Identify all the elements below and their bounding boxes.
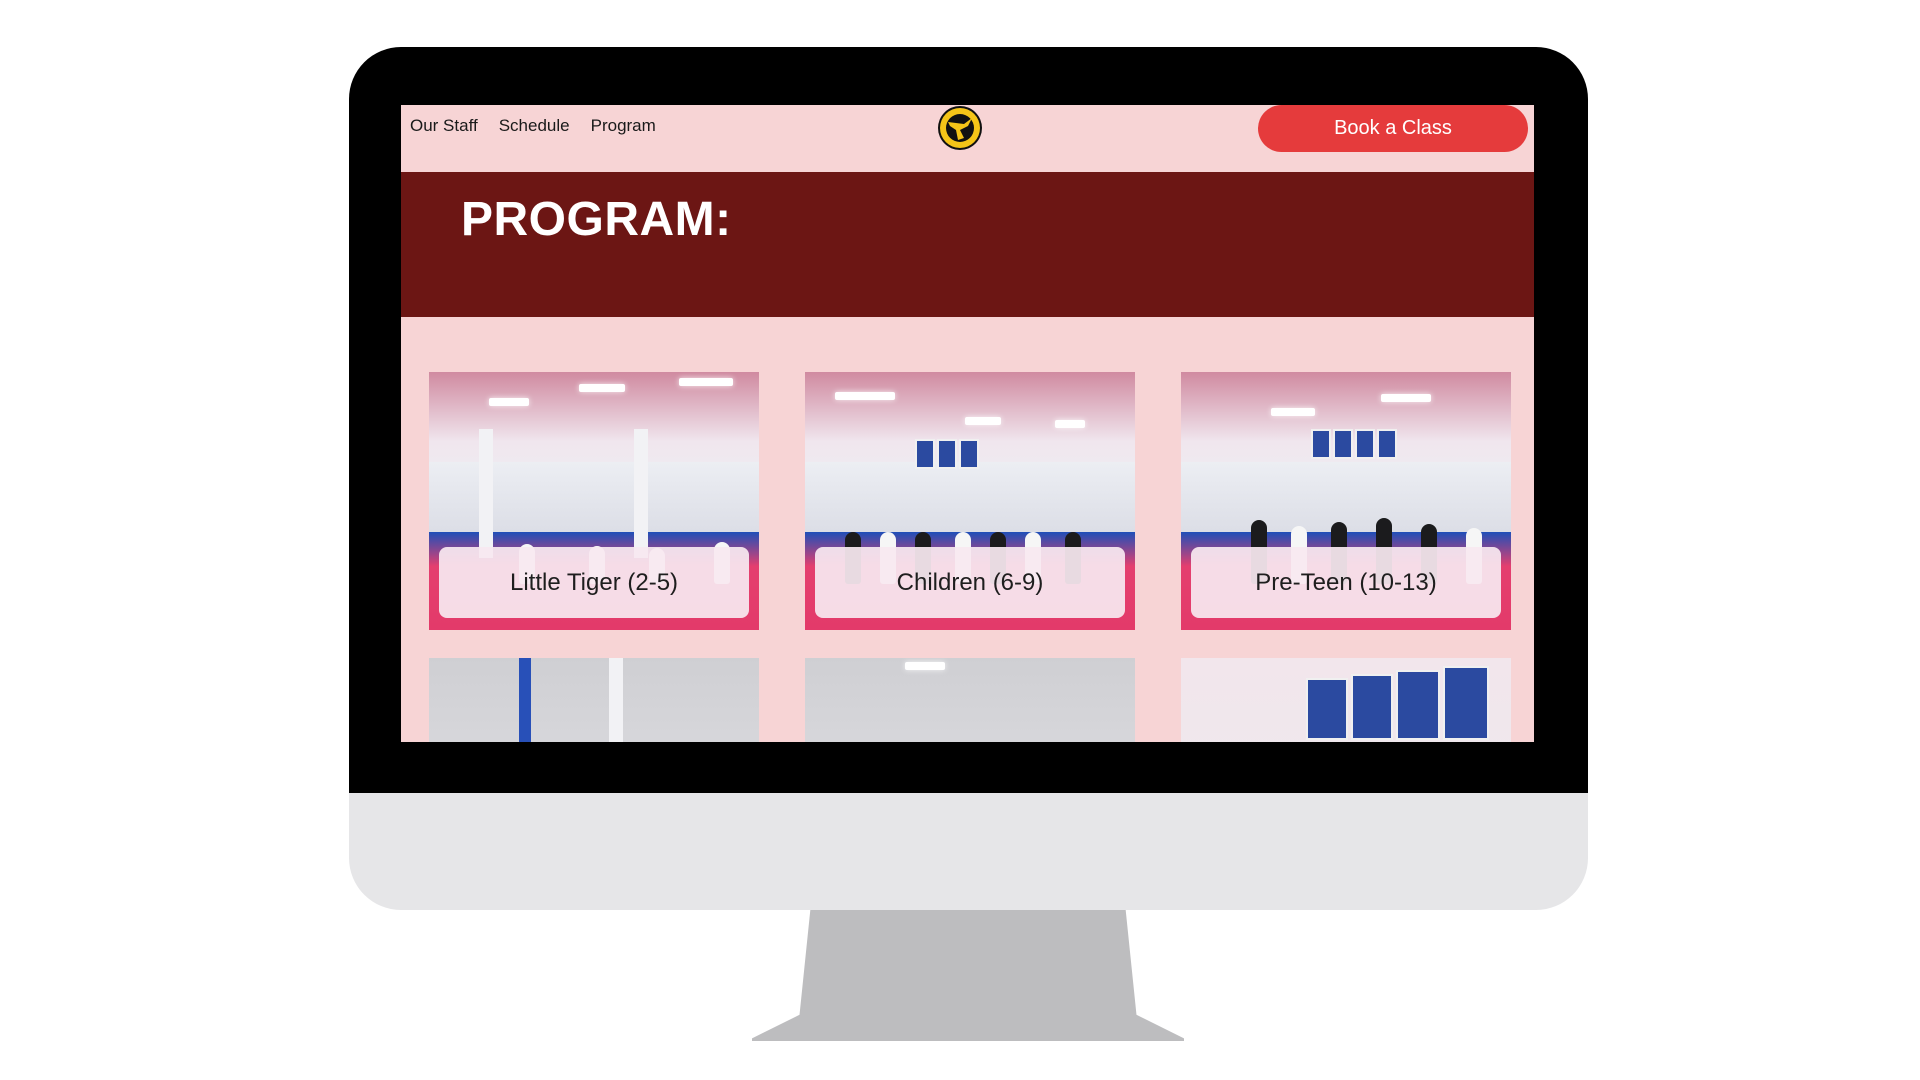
book-a-class-button[interactable]: Book a Class	[1258, 105, 1528, 152]
navbar: Our Staff Schedule Program Book a Class	[401, 105, 1534, 172]
monitor-stand	[752, 910, 1184, 1041]
class-photo	[1181, 658, 1511, 742]
program-label: Pre-Teen (10-13)	[1191, 547, 1501, 618]
class-photo	[429, 658, 759, 742]
program-card-little-tiger[interactable]: Little Tiger (2-5)	[429, 372, 759, 630]
page-title: PROGRAM:	[461, 193, 732, 246]
program-card-children[interactable]: Children (6-9)	[805, 372, 1135, 630]
class-photo	[805, 658, 1135, 742]
program-card-4[interactable]	[429, 658, 759, 742]
nav-link-schedule[interactable]: Schedule	[499, 115, 570, 137]
website-screen: Our Staff Schedule Program Book a Class …	[401, 105, 1534, 742]
program-label: Children (6-9)	[815, 547, 1125, 618]
program-label: Little Tiger (2-5)	[439, 547, 749, 618]
nav-links: Our Staff Schedule Program	[410, 115, 677, 137]
program-card-5[interactable]	[805, 658, 1135, 742]
kick-logo-icon[interactable]	[938, 106, 982, 150]
program-card-pre-teen[interactable]: Pre-Teen (10-13)	[1181, 372, 1511, 630]
nav-link-our-staff[interactable]: Our Staff	[410, 115, 478, 137]
program-card-6[interactable]	[1181, 658, 1511, 742]
nav-link-program[interactable]: Program	[591, 115, 656, 137]
monitor-chin	[349, 793, 1588, 910]
hero-banner: PROGRAM:	[401, 172, 1534, 317]
